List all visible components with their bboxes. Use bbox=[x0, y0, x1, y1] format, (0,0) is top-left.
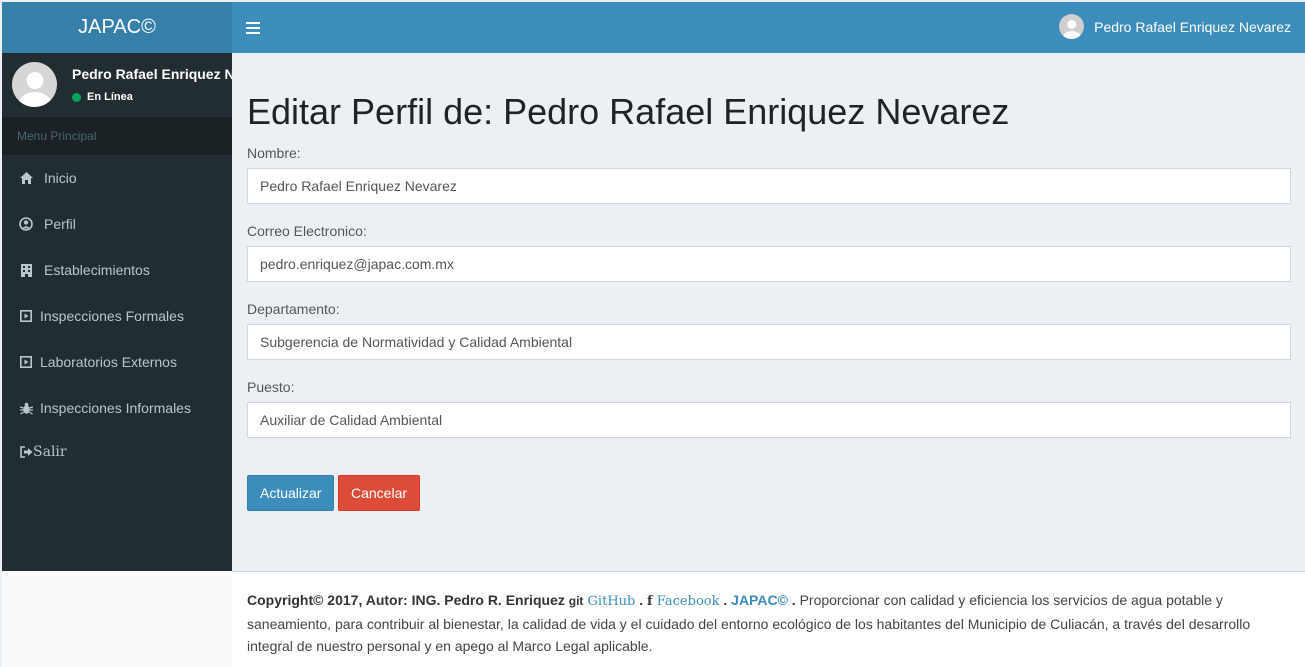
user-status: En Línea bbox=[72, 91, 133, 103]
navbar-user-name: Pedro Rafael Enriquez Nevarez bbox=[1094, 18, 1291, 35]
sidebar-item-inicio[interactable]: Inicio bbox=[2, 155, 232, 201]
play-square-icon bbox=[19, 355, 33, 369]
app-logo-text: JAPAC© bbox=[78, 16, 156, 38]
sidebar-item-label: Laboratorios Externos bbox=[40, 354, 177, 370]
user-avatar bbox=[12, 62, 57, 107]
top-navbar: Pedro Rafael Enriquez Nevarez bbox=[232, 2, 1305, 53]
facebook-icon: f bbox=[647, 594, 653, 609]
sidebar-item-laboratorios-externos[interactable]: Laboratorios Externos bbox=[2, 339, 232, 385]
building-icon bbox=[19, 263, 33, 277]
play-square-icon bbox=[19, 309, 33, 323]
footer-sidebar-area bbox=[2, 571, 232, 667]
footer-brand-link[interactable]: JAPAC© bbox=[731, 592, 788, 608]
sidebar-item-perfil[interactable]: Perfil bbox=[2, 201, 232, 247]
puesto-label: Puesto: bbox=[247, 379, 295, 395]
menu-header: Menu Principal bbox=[2, 117, 232, 155]
sidebar-item-label: Inspecciones Formales bbox=[40, 308, 184, 324]
github-icon: git bbox=[568, 594, 584, 608]
copyright-text: Copyright© 2017, Autor: ING. Pedro R. En… bbox=[247, 592, 565, 608]
cancel-button[interactable]: Cancelar bbox=[338, 475, 420, 511]
separator: . bbox=[791, 592, 796, 608]
update-button[interactable]: Actualizar bbox=[247, 475, 334, 511]
sidebar-item-inspecciones-informales[interactable]: Inspecciones Informales bbox=[2, 385, 232, 431]
app-logo[interactable]: JAPAC© bbox=[2, 2, 232, 53]
user-circle-icon bbox=[19, 217, 33, 231]
correo-label: Correo Electronico: bbox=[247, 223, 367, 239]
facebook-label: Facebook bbox=[656, 594, 720, 609]
sidebar: Pedro Rafael Enriquez Nevarez En Línea M… bbox=[2, 53, 232, 571]
separator: . bbox=[723, 592, 728, 608]
puesto-field[interactable] bbox=[247, 402, 1291, 438]
sidebar-user-name: Pedro Rafael Enriquez Nevarez bbox=[72, 66, 232, 82]
sidebar-item-label: Inspecciones Informales bbox=[40, 400, 191, 416]
nombre-field[interactable] bbox=[247, 168, 1291, 204]
github-link[interactable]: git GitHub bbox=[569, 594, 636, 609]
avatar bbox=[1059, 14, 1085, 39]
nombre-label: Nombre: bbox=[247, 145, 301, 161]
main-content: Editar Perfil de: Pedro Rafael Enriquez … bbox=[232, 53, 1305, 571]
departamento-field[interactable] bbox=[247, 324, 1291, 360]
page-title: Editar Perfil de: Pedro Rafael Enriquez … bbox=[247, 91, 1010, 132]
sidebar-item-salir[interactable]: Salir bbox=[2, 431, 232, 473]
footer: Copyright© 2017, Autor: ING. Pedro R. En… bbox=[232, 571, 1305, 667]
online-status-icon bbox=[72, 92, 81, 102]
sidebar-item-establecimientos[interactable]: Establecimientos bbox=[2, 247, 232, 293]
sidebar-item-label: Perfil bbox=[44, 216, 76, 232]
sidebar-item-label: Establecimientos bbox=[44, 262, 150, 278]
navbar-user-menu[interactable]: Pedro Rafael Enriquez Nevarez bbox=[1059, 14, 1291, 39]
email-field[interactable] bbox=[247, 246, 1291, 282]
bug-icon bbox=[19, 401, 33, 415]
separator: . bbox=[639, 592, 644, 608]
user-panel: Pedro Rafael Enriquez Nevarez En Línea bbox=[2, 53, 232, 117]
sidebar-item-inspecciones-formales[interactable]: Inspecciones Formales bbox=[2, 293, 232, 339]
sign-out-icon bbox=[19, 445, 33, 459]
menu-toggle-icon[interactable] bbox=[246, 18, 260, 37]
home-icon bbox=[19, 171, 33, 185]
sidebar-item-label: Inicio bbox=[44, 170, 77, 186]
facebook-link[interactable]: f Facebook bbox=[647, 594, 719, 609]
sidebar-item-label: Salir bbox=[33, 444, 67, 460]
github-label: GitHub bbox=[587, 594, 636, 609]
user-status-label: En Línea bbox=[87, 91, 133, 103]
departamento-label: Departamento: bbox=[247, 301, 340, 317]
